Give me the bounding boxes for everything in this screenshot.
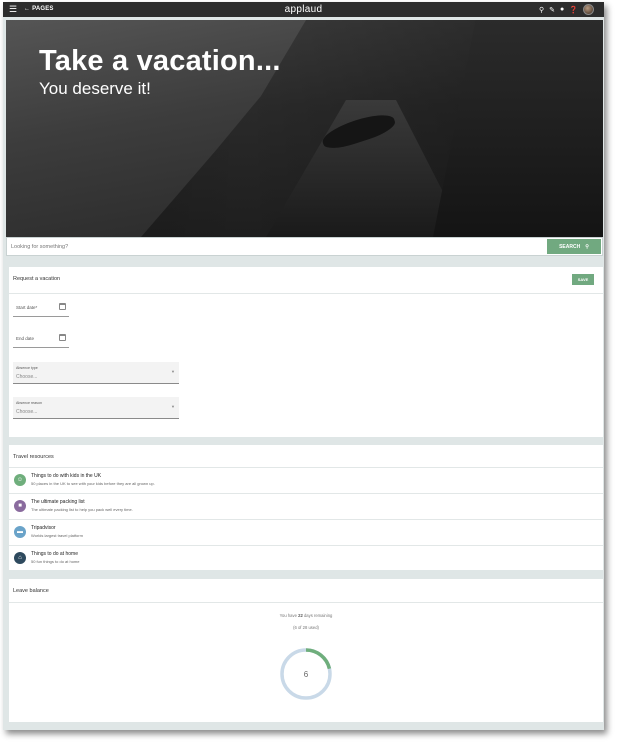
divider <box>9 293 603 294</box>
resource-title: Tripadvisor <box>31 525 56 531</box>
calendar-icon[interactable] <box>59 303 66 310</box>
user-avatar[interactable] <box>583 4 594 15</box>
home-icon: ⌂ <box>14 552 26 564</box>
hero-subtitle: You deserve it! <box>39 79 151 98</box>
hero-image-wall-right <box>433 20 603 237</box>
absence-reason-value: Choose... <box>16 409 38 415</box>
search-button-label: SEARCH <box>559 243 581 250</box>
topbar-actions: ⚲ ✎ ● ❓ <box>539 4 594 15</box>
absence-reason-label: Absence reason <box>16 401 42 405</box>
resource-title: Things to do with kids in the UK <box>31 473 102 479</box>
divider <box>9 602 603 603</box>
remaining-suffix: days remaining <box>303 613 333 618</box>
absence-type-value: Choose... <box>16 374 38 380</box>
request-vacation-card: Request a vacation SAVE Start date* End … <box>9 267 603 437</box>
travel-resources-title: Travel resources <box>13 454 54 460</box>
donut-center-value: 6 <box>303 669 309 679</box>
leave-balance-title: Leave balance <box>13 588 49 594</box>
suitcase-icon: ■ <box>14 500 26 512</box>
smile-icon: ☺ <box>14 474 26 486</box>
pencil-icon[interactable]: ✎ <box>549 6 555 14</box>
calendar-icon[interactable] <box>59 334 66 341</box>
days-remaining-text: You have 22 days remaining <box>9 613 603 618</box>
search-icon[interactable]: ⚲ <box>539 6 544 14</box>
start-date-label: Start date* <box>16 305 38 310</box>
resource-item[interactable]: ■ The ultimate packing list The ultimate… <box>9 493 603 519</box>
remaining-count: 22 <box>298 613 303 618</box>
end-date-label: End date <box>16 336 35 341</box>
request-vacation-title: Request a vacation <box>13 276 61 282</box>
chevron-down-icon: ▼ <box>171 369 175 374</box>
resource-title: Things to do at home <box>31 551 78 557</box>
resource-item[interactable]: ☺ Things to do with kids in the UK 50 pl… <box>9 467 603 493</box>
resource-subtitle: The ultimate packing list to help you pa… <box>31 507 133 512</box>
end-date-field[interactable]: End date <box>13 331 69 348</box>
search-bar: SEARCH ⚲ <box>6 237 603 256</box>
resource-subtitle: Worlds largest travel platform <box>31 533 83 538</box>
hero-banner: Take a vacation... You deserve it! <box>6 20 603 237</box>
absence-type-label: Absence type <box>16 366 38 370</box>
resource-item[interactable]: ▬ Tripadvisor Worlds largest travel plat… <box>9 519 603 545</box>
absence-reason-select[interactable]: Absence reason Choose... ▼ <box>13 397 179 419</box>
resource-item[interactable]: ⌂ Things to do at home 50 fun things to … <box>9 545 603 571</box>
bell-icon[interactable]: ● <box>560 6 564 13</box>
help-icon[interactable]: ❓ <box>569 6 578 14</box>
save-button[interactable]: SAVE <box>572 274 594 285</box>
absence-type-select[interactable]: Absence type Choose... ▼ <box>13 362 179 384</box>
top-bar: ☰ ← PAGES applaud ⚲ ✎ ● ❓ <box>3 2 604 17</box>
search-input[interactable] <box>11 240 531 253</box>
app-logo: applaud <box>284 4 323 15</box>
chevron-down-icon: ▼ <box>171 404 175 409</box>
app-window: ☰ ← PAGES applaud ⚲ ✎ ● ❓ Take a vacatio… <box>3 2 604 730</box>
remaining-prefix: You have <box>279 613 297 618</box>
travel-resources-card: Travel resources ☺ Things to do with kid… <box>9 445 603 570</box>
bed-icon: ▬ <box>14 526 26 538</box>
magnifier-icon: ⚲ <box>585 243 589 250</box>
resource-subtitle: 50 places in the UK to see with your kid… <box>31 481 155 486</box>
hero-title: Take a vacation... <box>39 45 281 77</box>
days-used-text: (6 of 28 used) <box>293 625 319 630</box>
search-button[interactable]: SEARCH ⚲ <box>547 239 601 254</box>
start-date-field[interactable]: Start date* <box>13 300 69 317</box>
resource-title: The ultimate packing list <box>31 499 85 505</box>
leave-balance-card: Leave balance You have 22 days remaining… <box>9 579 603 722</box>
resource-subtitle: 50 fun things to do at home <box>31 559 80 564</box>
